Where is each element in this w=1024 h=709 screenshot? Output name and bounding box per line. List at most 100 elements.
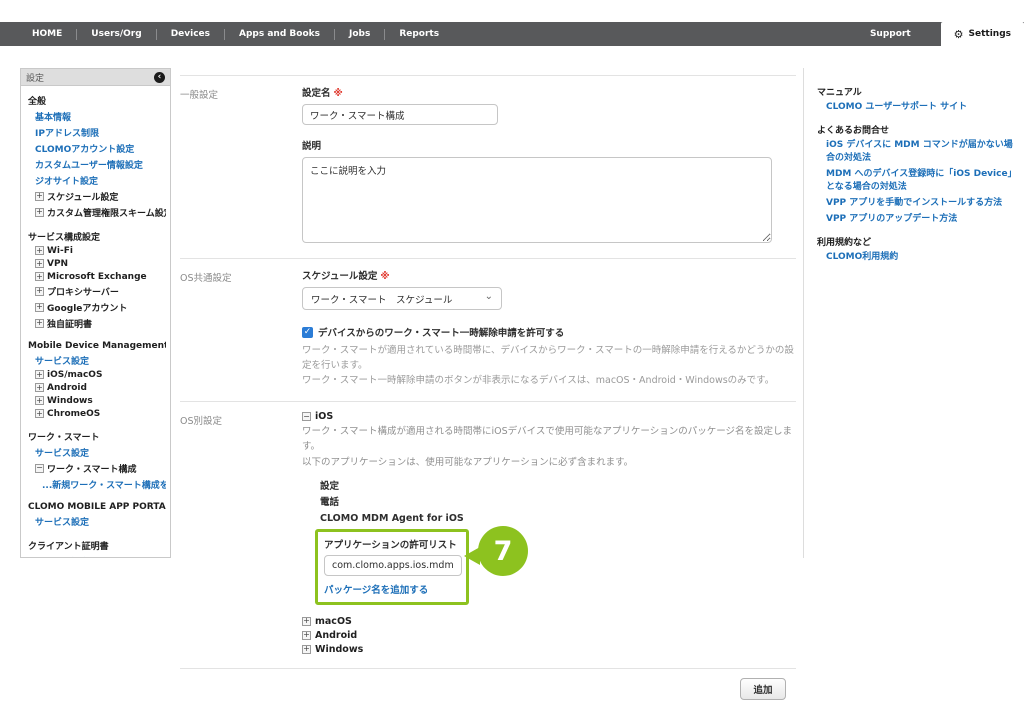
nav-item-home[interactable]: HOME (18, 29, 76, 39)
windows-section-toggle[interactable]: + Windows (302, 642, 796, 656)
help-link-ios-device-registration[interactable]: MDM へのデバイス登録時に「iOS Device」となる場合の対処法 (826, 168, 1015, 194)
builtin-app-list: 設定 電話 CLOMO MDM Agent for iOS (320, 479, 796, 526)
nav-item-reports[interactable]: Reports (385, 29, 453, 39)
sidebar-group-app-portal: CLOMO MOBILE APP PORTAL サービス設定 (26, 501, 166, 529)
setting-name-input[interactable] (302, 104, 498, 125)
tab-settings[interactable]: ⚙ Settings (941, 22, 1024, 46)
sidebar-item-label: VPN (47, 259, 68, 269)
sidebar-group-header: クライアント証明書 (26, 538, 166, 553)
sidebar-item-basic-info[interactable]: 基本情報 (26, 108, 166, 124)
expand-icon[interactable]: + (35, 396, 44, 405)
nav-right: Support ⚙ Settings (870, 22, 1024, 46)
help-panel: マニュアル CLOMO ユーザーサポート サイト よくあるお問合せ iOS デバ… (817, 76, 1015, 267)
expand-icon[interactable]: + (35, 272, 44, 281)
android-section-toggle[interactable]: + Android (302, 628, 796, 642)
sidebar-item-work-smart-service-settings[interactable]: サービス設定 (26, 444, 166, 460)
sidebar-item-microsoft-exchange[interactable]: + Microsoft Exchange (26, 270, 166, 283)
expand-icon[interactable]: + (35, 409, 44, 418)
section-general-settings: 一般設定 設定名※ 説明 ここに説明を入力 (180, 75, 796, 258)
expand-icon[interactable]: + (35, 319, 44, 328)
settings-label: Settings (969, 29, 1011, 39)
sidebar-item-clomo-account[interactable]: CLOMOアカウント設定 (26, 140, 166, 156)
sidebar-group-header: Mobile Device Management (26, 340, 166, 352)
sidebar-item-work-smart-config[interactable]: − ワーク・スマート構成 (26, 460, 166, 476)
sidebar-item-proxy-server[interactable]: + プロキシサーバー (26, 283, 166, 299)
sidebar-item-label: ChromeOS (47, 409, 100, 419)
nav-item-users-org[interactable]: Users/Org (77, 29, 155, 39)
macos-section-toggle[interactable]: + macOS (302, 614, 796, 628)
expand-icon[interactable]: + (35, 370, 44, 379)
sidebar-group-header: 全般 (26, 93, 166, 108)
nav-item-devices[interactable]: Devices (157, 29, 224, 39)
help-link-mdm-command-not-delivered[interactable]: iOS デバイスに MDM コマンドが届かない場合の対処法 (826, 139, 1015, 165)
sidebar-group-header: CLOMO MOBILE APP PORTAL (26, 501, 166, 513)
expand-icon[interactable]: + (302, 631, 311, 640)
add-package-link[interactable]: パッケージ名を追加する (324, 582, 460, 596)
expand-icon[interactable]: + (35, 192, 44, 201)
sidebar-item-google-account[interactable]: + Googleアカウント (26, 299, 166, 315)
sidebar-item-custom-certificate[interactable]: + 独自証明書 (26, 315, 166, 331)
sidebar-collapse-button[interactable]: ‹ (154, 72, 165, 83)
expand-icon[interactable]: + (35, 287, 44, 296)
help-link-user-support-site[interactable]: CLOMO ユーザーサポート サイト (826, 101, 1015, 114)
sidebar-item-label: Windows (47, 396, 93, 406)
help-link-clomo-terms[interactable]: CLOMO利用規約 (826, 251, 1015, 264)
sidebar-group-work-smart: ワーク・スマート サービス設定 − ワーク・スマート構成 ...新規ワーク・スマ… (26, 429, 166, 492)
allow-release-checkbox[interactable]: ✓ (302, 327, 313, 338)
sidebar-item-app-portal-service-settings[interactable]: サービス設定 (26, 513, 166, 529)
sidebar-item-new-work-smart-config[interactable]: ...新規ワーク・スマート構成を... (26, 476, 166, 492)
nav-item-jobs[interactable]: Jobs (335, 29, 384, 39)
expand-icon[interactable]: + (35, 208, 44, 217)
expand-icon[interactable]: + (35, 246, 44, 255)
schedule-help-text-2: ワーク・スマート一時解除申請のボタンが非表示になるデバイスは、macOS・And… (302, 374, 796, 389)
schedule-select[interactable]: ワーク・スマート スケジュール ⌄ (302, 287, 502, 310)
sidebar-item-wifi[interactable]: + Wi-Fi (26, 244, 166, 257)
sidebar-item-geosite[interactable]: ジオサイト設定 (26, 172, 166, 188)
allowlist-label: アプリケーションの許可リスト (324, 537, 460, 551)
field-label-text: スケジュール設定 (302, 271, 377, 282)
sidebar-item-custom-user-info[interactable]: カスタムユーザー情報設定 (26, 156, 166, 172)
allow-release-checkbox-label: デバイスからのワーク・スマート一時解除申請を許可する (318, 325, 564, 339)
expand-icon[interactable]: + (35, 259, 44, 268)
sidebar-item-ios-macos[interactable]: + iOS/macOS (26, 368, 166, 381)
ios-section-toggle[interactable]: − iOS (302, 411, 796, 422)
checkmark-icon: ✓ (304, 327, 312, 337)
chevron-left-icon: ‹ (158, 73, 162, 82)
content-divider (803, 68, 804, 558)
help-link-vpp-manual-install[interactable]: VPP アプリを手動でインストールする方法 (826, 197, 1015, 210)
settings-form: 一般設定 設定名※ 説明 ここに説明を入力 OS共通設定 スケジュール設定※ ワ… (180, 75, 796, 709)
sidebar-group-client-certificate: クライアント証明書 サービス設定 共用クライアント証明書 サイバートラストデバイ… (26, 538, 166, 558)
sidebar-item-windows[interactable]: + Windows (26, 394, 166, 407)
builtin-app: 電話 (320, 495, 796, 511)
help-link-vpp-update[interactable]: VPP アプリのアップデート方法 (826, 213, 1015, 226)
expand-icon[interactable]: + (302, 645, 311, 654)
section-os-common: OS共通設定 スケジュール設定※ ワーク・スマート スケジュール ⌄ ✓ デバイ… (180, 258, 796, 401)
sidebar-title: 設定 (26, 71, 44, 84)
gear-icon: ⚙ (954, 29, 964, 40)
expand-icon[interactable]: + (302, 617, 311, 626)
schedule-help-text-1: ワーク・スマートが適用されている時間帯に、デバイスからワーク・スマートの一時解除… (302, 344, 796, 373)
add-button[interactable]: 追加 (740, 678, 786, 700)
allowlist-package-input[interactable] (324, 555, 462, 576)
sidebar-item-cert-service-settings[interactable]: サービス設定 (26, 553, 166, 558)
sidebar-item-android[interactable]: + Android (26, 381, 166, 394)
sidebar-item-schedule-settings[interactable]: + スケジュール設定 (26, 188, 166, 204)
sidebar-item-custom-permission-scheme[interactable]: + カスタム管理権限スキーム設定 (26, 204, 166, 220)
expand-icon[interactable]: + (35, 303, 44, 312)
sidebar-item-chromeos[interactable]: + ChromeOS (26, 407, 166, 420)
sidebar-item-ip-restriction[interactable]: IPアドレス制限 (26, 124, 166, 140)
help-section-header-terms: 利用規約など (817, 235, 1015, 248)
sidebar-item-mdm-service-settings[interactable]: サービス設定 (26, 352, 166, 368)
sidebar-body: 全般 基本情報 IPアドレス制限 CLOMOアカウント設定 カスタムユーザー情報… (21, 86, 170, 558)
required-mark: ※ (334, 88, 343, 99)
nav-item-support[interactable]: Support (870, 22, 911, 46)
nav-item-apps-and-books[interactable]: Apps and Books (225, 29, 334, 39)
collapse-icon[interactable]: − (302, 412, 311, 421)
chevron-down-icon: ⌄ (485, 292, 493, 302)
collapse-icon[interactable]: − (35, 464, 44, 473)
description-textarea[interactable]: ここに説明を入力 (302, 157, 772, 243)
help-section-header-faq: よくあるお問合せ (817, 123, 1015, 136)
sidebar-item-vpn[interactable]: + VPN (26, 257, 166, 270)
expand-icon[interactable]: + (35, 383, 44, 392)
sidebar-item-label: Microsoft Exchange (47, 272, 147, 282)
